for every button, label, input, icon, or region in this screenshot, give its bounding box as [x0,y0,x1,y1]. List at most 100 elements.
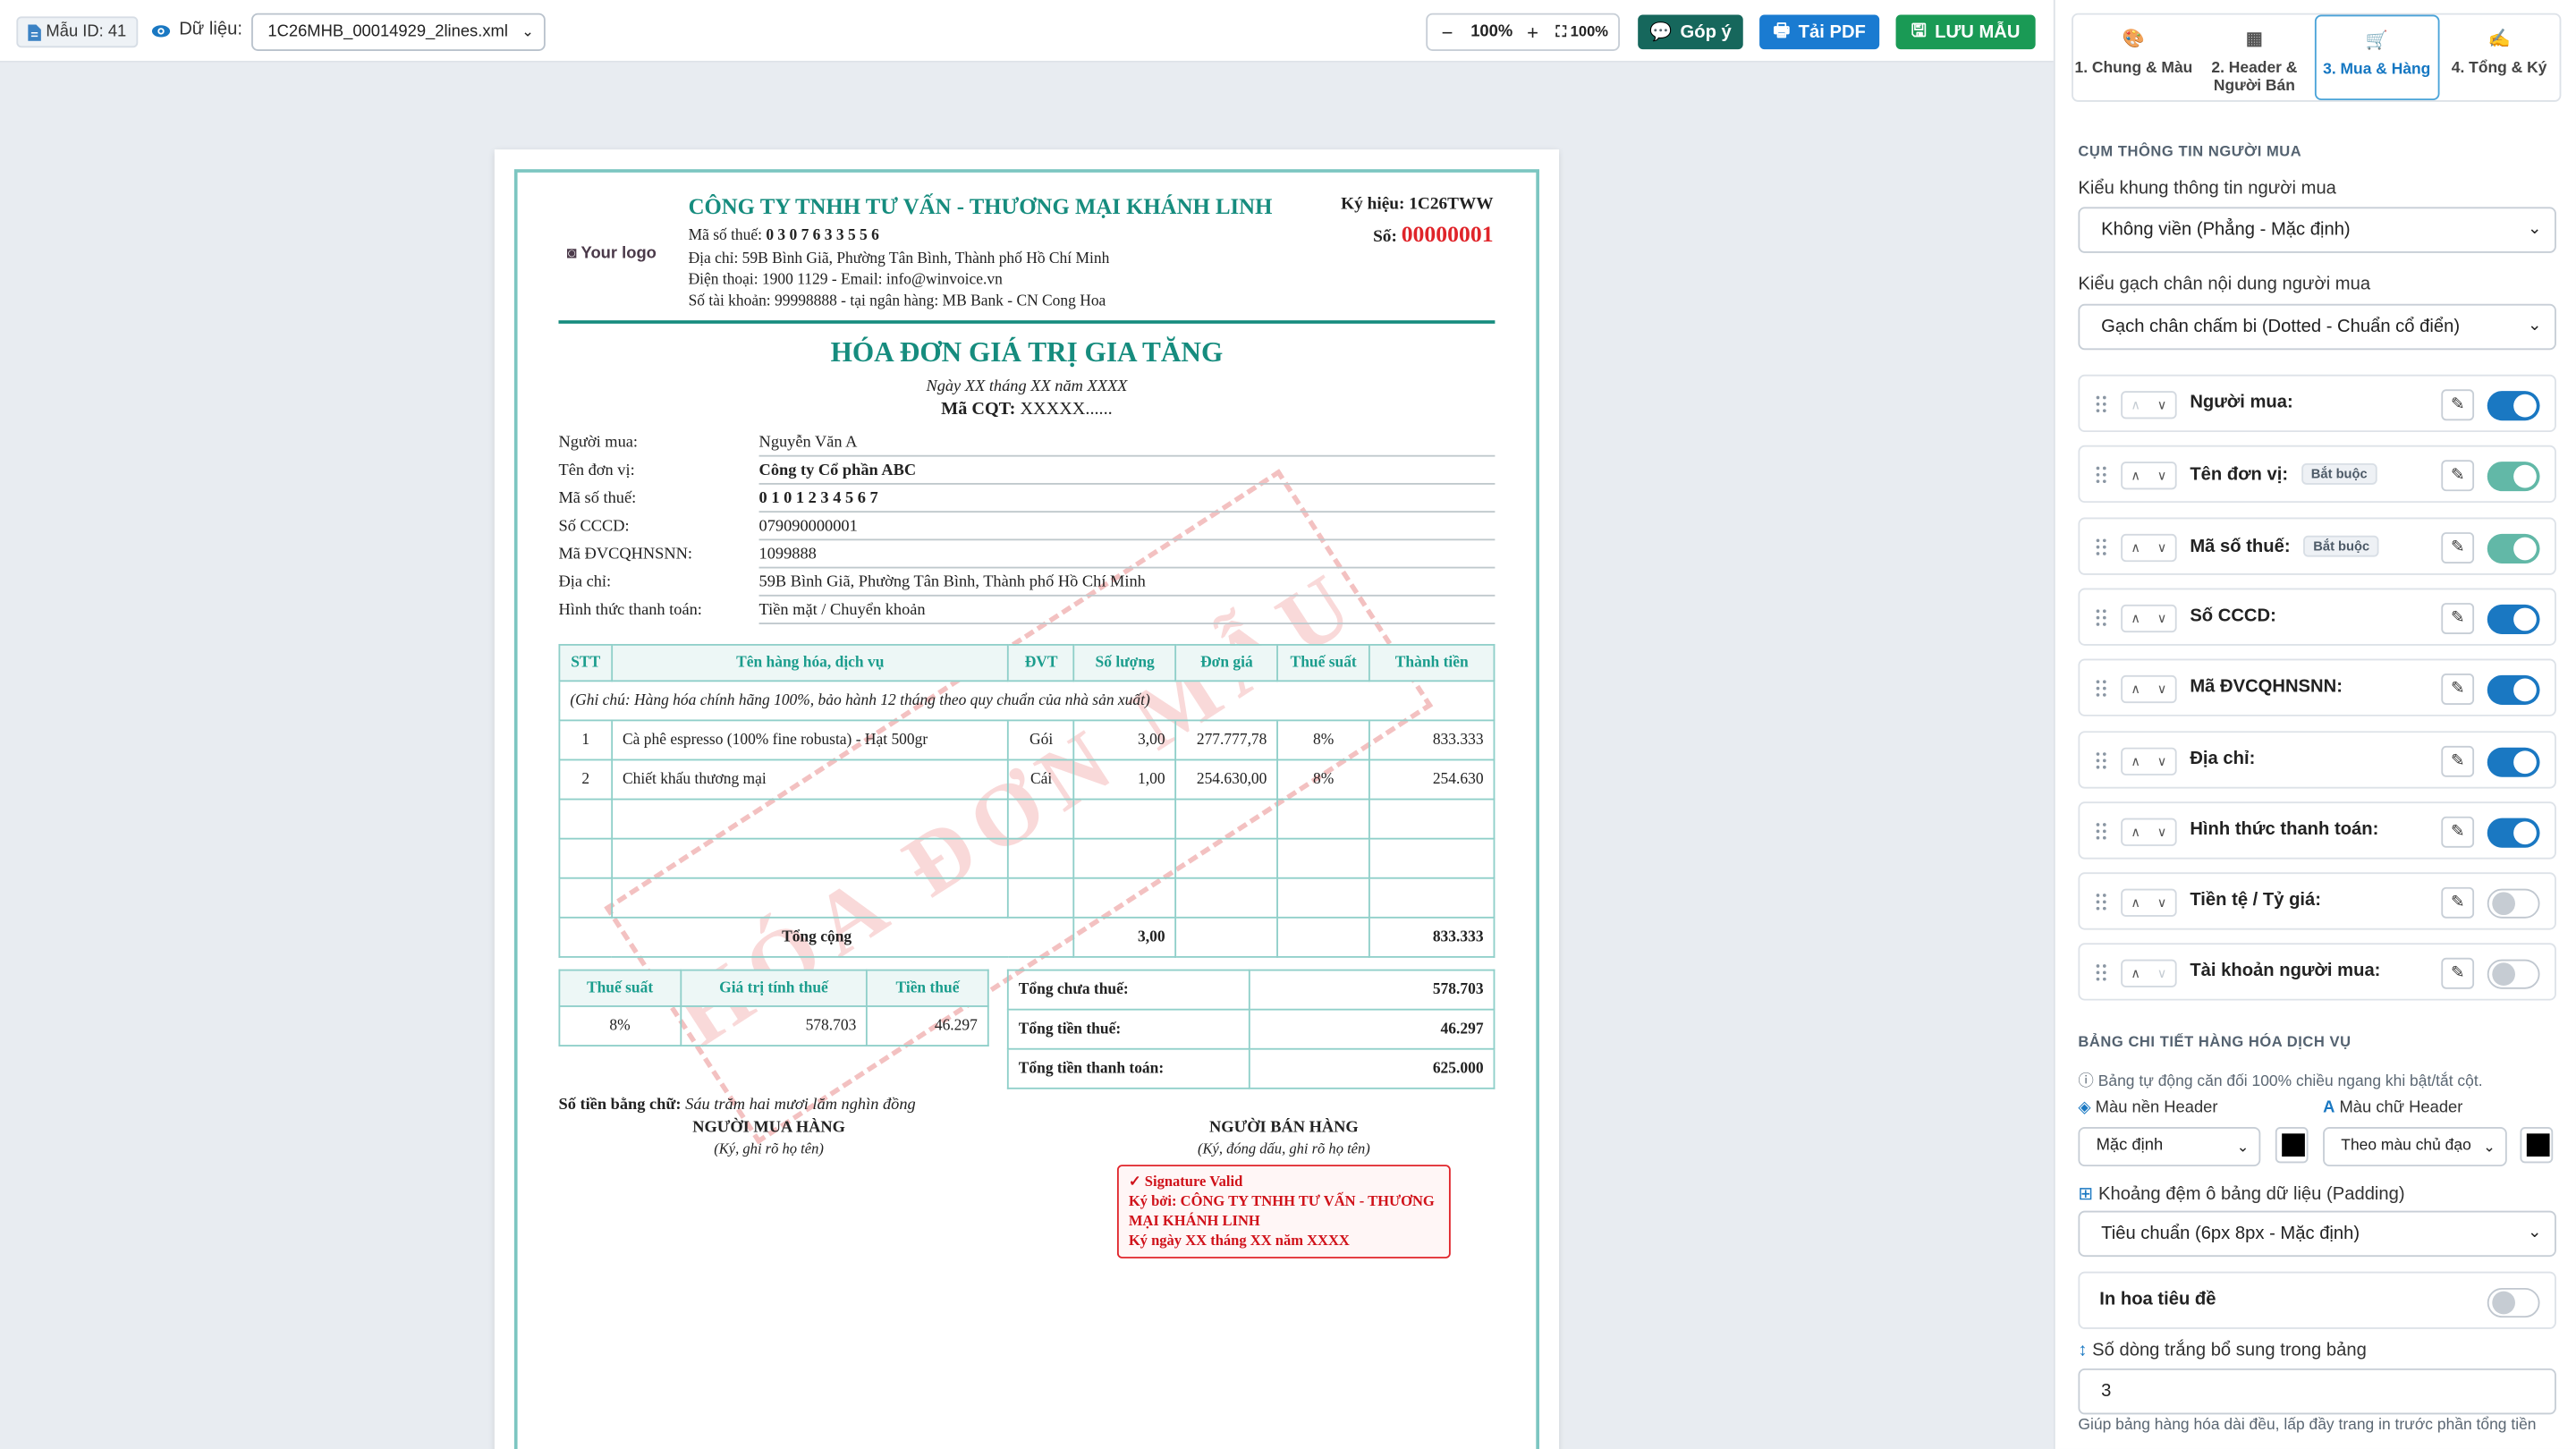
zoom-out-button[interactable]: − [1428,21,1467,44]
edit-field-button[interactable]: ✎ [2441,816,2475,848]
drag-handle-icon[interactable] [2095,821,2108,841]
drag-handle-icon[interactable] [2095,963,2108,983]
field-visibility-toggle[interactable] [2487,391,2540,421]
move-up-button[interactable]: ∧ [2123,463,2148,488]
field-visibility-toggle[interactable] [2487,533,2540,564]
edit-field-button[interactable]: ✎ [2441,531,2475,564]
download-pdf-button[interactable]: 🖶 Tải PDF [1759,14,1880,50]
field-visibility-toggle[interactable] [2487,675,2540,706]
underline-style-select[interactable]: Gạch chân chấm bi (Dotted - Chuẩn cổ điể… [2078,303,2556,351]
header-bg-color-picker[interactable] [2275,1126,2309,1164]
move-up-button[interactable]: ∧ [2123,677,2148,702]
tab-buyer-items-label: 3. Mua & Hàng [2323,60,2431,80]
header-bg-select[interactable]: Mặc định ⌄ [2078,1126,2261,1167]
edit-field-button[interactable]: ✎ [2441,958,2475,990]
blank-cell [1072,877,1177,919]
move-down-button[interactable]: ∨ [2148,606,2174,631]
blank-cell [1276,877,1370,919]
cqt-line: Mã CQT: XXXXX...... [558,399,1495,419]
item-rate: 8% [1276,719,1370,761]
field-visibility-toggle[interactable] [2487,746,2540,776]
reorder-buttons: ∧ ∨ [2121,960,2177,988]
blank-rows-label: ↕ Số dòng trắng bổ sung trong bảng [2078,1341,2366,1360]
move-down-button[interactable]: ∨ [2148,749,2174,774]
table-icon: ⊞ [2078,1184,2094,1205]
header-text-select[interactable]: Theo màu chủ đạo ⌄ [2323,1126,2507,1167]
drag-handle-icon[interactable] [2095,679,2108,699]
drag-handle-icon[interactable] [2095,607,2108,627]
move-down-button[interactable]: ∨ [2148,393,2174,418]
drag-handle-icon[interactable] [2095,394,2108,414]
symbol-label: Ký hiệu: [1341,195,1405,214]
edit-field-button[interactable]: ✎ [2441,744,2475,776]
edit-field-button[interactable]: ✎ [2441,389,2475,421]
save-template-button[interactable]: 🖫 LƯU MẪU [1895,14,2036,50]
item-stt: 1 [558,719,614,761]
total-label: Tổng cộng [558,916,1075,958]
items-header-row: STT Tên hàng hóa, dịch vụ ĐVT Số lượng Đơn g… [558,643,1496,682]
field-name: Địa chỉ: [2190,748,2256,768]
drag-handle-icon[interactable] [2095,537,2108,556]
items-header-cell: Thành tiền [1368,643,1496,682]
field-visibility-toggle[interactable] [2487,462,2540,492]
number-value: 00000001 [1401,223,1494,249]
feedback-button[interactable]: 💬 Góp ý [1638,14,1743,50]
zoom-in-button[interactable]: + [1516,21,1549,44]
move-up-button[interactable]: ∧ [2123,606,2148,631]
pencil-icon: ✎ [2450,894,2465,912]
drag-handle-icon[interactable] [2095,465,2108,485]
move-up-button[interactable]: ∧ [2123,962,2148,987]
data-file-select[interactable]: 1C26MHB_00014929_2lines.xml ⌄ [251,13,546,51]
chevron-down-icon: ⌄ [2236,1138,2250,1156]
buyer-field-value: 079090000001 [758,517,858,536]
tab-total-sign[interactable]: ✍ 4. Tổng & Ký [2439,15,2560,101]
seller-address: Địa chỉ: 59B Bình Giã, Phường Tân Bình, … [688,251,1110,268]
padding-select[interactable]: Tiêu chuẩn (6px 8px - Mặc định) ⌄ [2078,1210,2556,1258]
blank-cell [1368,837,1496,879]
items-header-cell: ĐVT [1007,643,1075,682]
field-name: Tài khoản người mua: [2190,962,2381,982]
blank-cell [1368,798,1496,840]
buyer-field-label: Mã ĐVCQHNSNN: [558,545,692,564]
building-icon: ▦ [2245,30,2263,50]
move-down-button[interactable]: ∨ [2148,463,2174,488]
item-amount: 254.630 [1368,758,1496,801]
edit-field-button[interactable]: ✎ [2441,460,2475,492]
blank-cell [1174,916,1279,958]
blank-rows-input[interactable]: 3 [2078,1368,2556,1415]
field-visibility-toggle[interactable] [2487,818,2540,848]
frame-style-select[interactable]: Không viền (Phẳng - Mặc định) ⌄ [2078,207,2556,253]
edit-field-button[interactable]: ✎ [2441,674,2475,706]
zoom-fit-button[interactable]: ⛶ 100% [1549,23,1614,41]
move-up-button[interactable]: ∧ [2123,891,2148,916]
move-up-button[interactable]: ∧ [2123,535,2148,560]
move-down-button[interactable]: ∨ [2148,962,2174,987]
logo-text: Your logo [580,244,657,263]
move-up-button[interactable]: ∧ [2123,393,2148,418]
move-down-button[interactable]: ∨ [2148,819,2174,844]
edit-field-button[interactable]: ✎ [2441,602,2475,634]
summary-value: 578.703 [1249,969,1496,1011]
blank-cell [1276,837,1370,879]
signature-valid: ✓ Signature Valid [1128,1173,1243,1190]
edit-field-button[interactable]: ✎ [2441,886,2475,919]
field-visibility-toggle[interactable] [2487,888,2540,919]
header-text-color-picker[interactable] [2520,1126,2554,1164]
tab-general-color[interactable]: 🎨 1. Chung & Màu [2073,15,2194,101]
tab-header-seller[interactable]: ▦ 2. Header & Người Bán [2194,15,2315,101]
move-up-button[interactable]: ∧ [2123,819,2148,844]
padding-value: Tiêu chuẩn (6px 8px - Mặc định) [2101,1224,2360,1244]
blank-rows-value: 3 [2101,1381,2112,1402]
move-down-button[interactable]: ∨ [2148,535,2174,560]
field-visibility-toggle[interactable] [2487,960,2540,990]
move-up-button[interactable]: ∧ [2123,749,2148,774]
move-down-button[interactable]: ∨ [2148,677,2174,702]
field-visibility-toggle[interactable] [2487,604,2540,634]
tab-buyer-items[interactable]: 🛒 3. Mua & Hàng [2314,14,2439,101]
drag-handle-icon[interactable] [2095,893,2108,912]
blank-cell [558,877,614,919]
drag-handle-icon[interactable] [2095,750,2108,769]
move-down-button[interactable]: ∨ [2148,891,2174,916]
signature-signer: Ký bởi: CÔNG TY TNHH TƯ VẤN - THƯƠNG MẠI… [1128,1192,1435,1229]
uppercase-title-toggle[interactable] [2487,1287,2540,1318]
